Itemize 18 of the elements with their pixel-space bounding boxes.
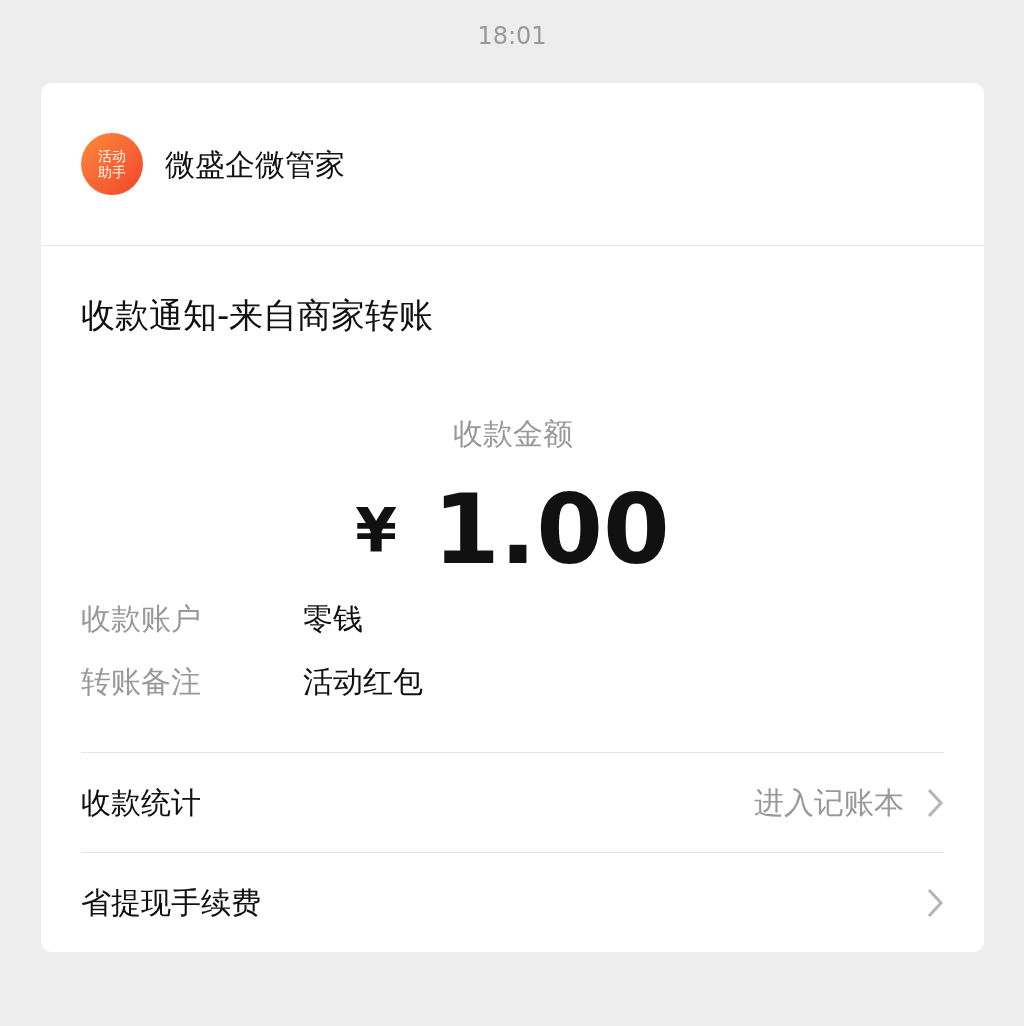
chevron-right-icon (926, 886, 944, 919)
chevron-right-icon (926, 786, 944, 819)
amount-value: 1.00 (432, 482, 670, 578)
currency-symbol: ¥ (355, 494, 397, 567)
detail-label: 收款账户 (81, 600, 202, 638)
status-time: 18:01 (476, 21, 548, 52)
sender-name: 微盛企微管家 (165, 145, 345, 184)
amount-label: 收款金额 (451, 415, 574, 453)
list-row[interactable]: 收款统计 进入记账本 (81, 752, 944, 852)
row-hint: 进入记账本 (754, 784, 904, 822)
avatar: 活动助手 (81, 133, 143, 195)
detail-label: 转账备注 (81, 663, 202, 701)
message-title: 收款通知-来自商家转账 (81, 294, 435, 337)
row-label: 省提现手续费 (81, 884, 262, 922)
list-row[interactable]: 省提现手续费 (81, 852, 944, 952)
detail-value: 活动红包 (303, 663, 423, 701)
row-label: 收款统计 (81, 784, 202, 822)
detail-value: 零钱 (303, 600, 363, 638)
